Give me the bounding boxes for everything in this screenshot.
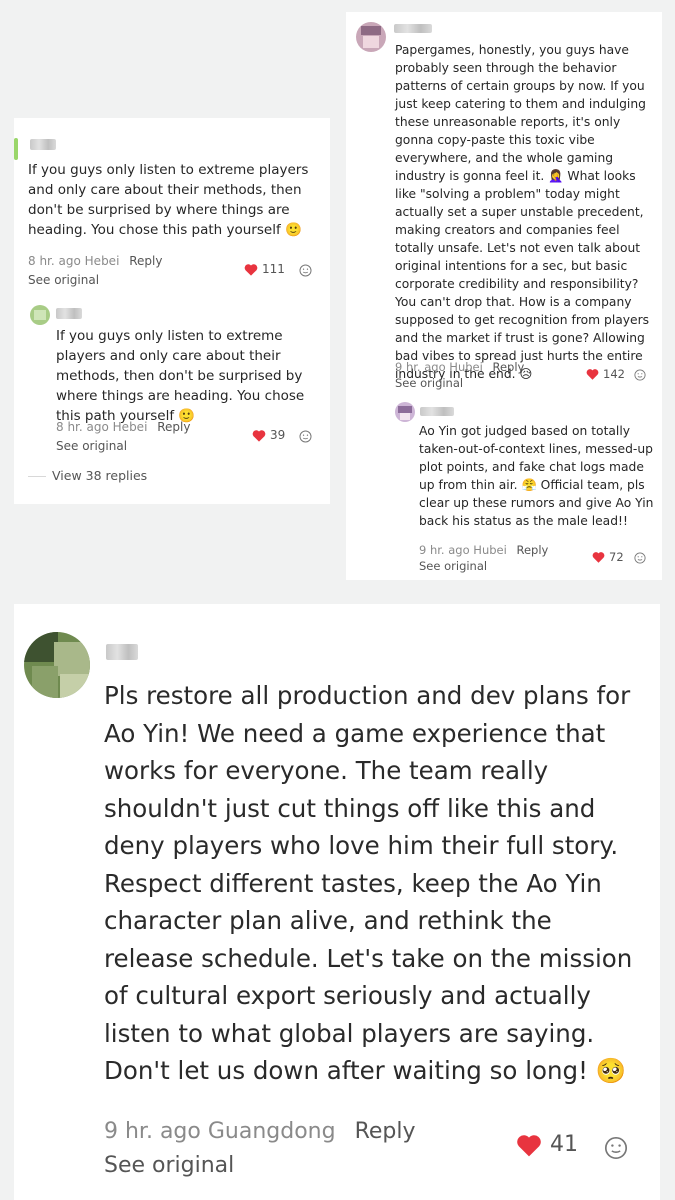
heart-icon xyxy=(592,552,605,563)
username-blurred[interactable] xyxy=(106,644,138,660)
like-button[interactable]: 142 xyxy=(586,367,625,381)
heart-icon xyxy=(517,1134,541,1156)
reply-meta: 9 hr. ago Hubei Reply xyxy=(419,543,548,557)
heart-icon xyxy=(244,263,258,276)
reply-text: Ao Yin got judged based on totally taken… xyxy=(419,424,654,528)
react-face-icon[interactable] xyxy=(299,430,312,443)
like-count: 111 xyxy=(262,262,285,276)
comment-meta: 8 hr. ago Hebei Reply xyxy=(28,254,162,268)
like-count: 142 xyxy=(603,367,625,381)
like-count: 39 xyxy=(270,428,286,442)
avatar[interactable] xyxy=(395,402,415,422)
reply-time: 9 hr. ago xyxy=(419,543,470,557)
avatar[interactable] xyxy=(24,632,90,698)
reply-button[interactable]: Reply xyxy=(157,420,190,434)
avatar[interactable] xyxy=(356,22,386,52)
reply-location: Hebei xyxy=(112,420,148,434)
heart-icon xyxy=(252,429,266,442)
react-face-icon[interactable] xyxy=(634,369,646,381)
username-blurred[interactable] xyxy=(394,24,432,33)
react-face-icon[interactable] xyxy=(299,264,312,277)
avatar[interactable] xyxy=(30,305,50,325)
see-original-link[interactable]: See original xyxy=(104,1153,234,1178)
see-original-link[interactable]: See original xyxy=(56,439,127,453)
like-button[interactable]: 41 xyxy=(516,1132,578,1157)
like-button[interactable]: 39 xyxy=(252,428,285,442)
react-face-icon[interactable] xyxy=(634,552,646,564)
heart-icon xyxy=(586,369,599,380)
comment-location: Hubei xyxy=(449,360,483,374)
see-original-link[interactable]: See original xyxy=(28,273,99,287)
reply-button[interactable]: Reply xyxy=(355,1119,416,1144)
comment-text: Papergames, honestly, you guys have prob… xyxy=(395,43,650,381)
reply-location: Hubei xyxy=(473,543,507,557)
reply-button[interactable]: Reply xyxy=(492,360,524,374)
like-button[interactable]: 111 xyxy=(244,262,285,276)
reply-time: 8 hr. ago xyxy=(56,420,109,434)
like-count: 41 xyxy=(550,1132,578,1157)
thread-divider xyxy=(28,476,46,477)
username-blurred[interactable] xyxy=(56,308,82,319)
username-blurred[interactable] xyxy=(30,139,56,150)
like-button[interactable]: 72 xyxy=(592,550,624,564)
comment-meta: 9 hr. ago Hubei Reply xyxy=(395,360,524,374)
like-count: 72 xyxy=(609,550,624,564)
username-blurred[interactable] xyxy=(420,407,454,416)
comment-location: Hebei xyxy=(84,254,120,268)
comment-time: 9 hr. ago xyxy=(104,1119,201,1144)
reply-text: If you guys only listen to extreme playe… xyxy=(56,328,305,424)
see-original-link[interactable]: See original xyxy=(419,559,487,573)
react-face-icon[interactable] xyxy=(604,1136,628,1160)
reply-button[interactable]: Reply xyxy=(516,543,548,557)
comment-text: If you guys only listen to extreme playe… xyxy=(28,162,309,238)
reply-indicator xyxy=(14,138,18,160)
comment-location: Guangdong xyxy=(207,1119,336,1144)
reply-button[interactable]: Reply xyxy=(129,254,162,268)
see-original-link[interactable]: See original xyxy=(395,376,463,390)
comment-text: Pls restore all production and dev plans… xyxy=(104,681,633,1085)
reply-meta: 8 hr. ago Hebei Reply xyxy=(56,420,190,434)
comment-time: 8 hr. ago xyxy=(28,254,81,268)
view-replies-link[interactable]: View 38 replies xyxy=(52,468,147,483)
comment-meta: 9 hr. ago Guangdong Reply xyxy=(104,1119,416,1144)
comment-time: 9 hr. ago xyxy=(395,360,446,374)
